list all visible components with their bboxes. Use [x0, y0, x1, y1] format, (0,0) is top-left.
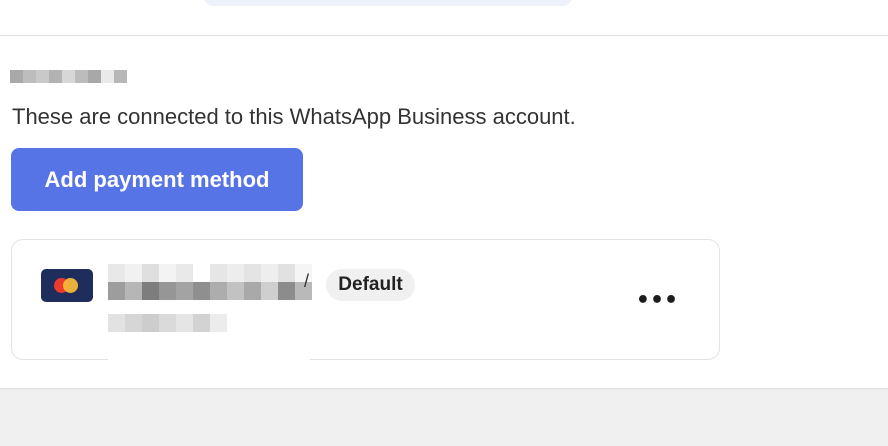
card-name-fragment: /	[304, 271, 310, 291]
card-detail-mask	[108, 332, 310, 360]
redacted-card-details	[108, 314, 227, 332]
redacted-card-name	[108, 264, 312, 282]
top-search-pill[interactable]	[204, 0, 572, 6]
mastercard-icon	[41, 269, 93, 302]
mastercard-yellow-circle	[63, 278, 78, 293]
redacted-card-name-row-2	[108, 282, 312, 300]
more-options-icon[interactable]: •••	[633, 284, 681, 318]
section-description: These are connected to this WhatsApp Bus…	[12, 104, 576, 129]
payment-methods-panel: These are connected to this WhatsApp Bus…	[0, 0, 888, 388]
redacted-heading	[10, 70, 128, 83]
section-divider	[0, 35, 888, 36]
add-payment-method-button[interactable]: Add payment method	[11, 148, 303, 211]
payment-method-card[interactable]: / Default •••	[11, 239, 720, 360]
default-badge: Default	[326, 269, 415, 301]
